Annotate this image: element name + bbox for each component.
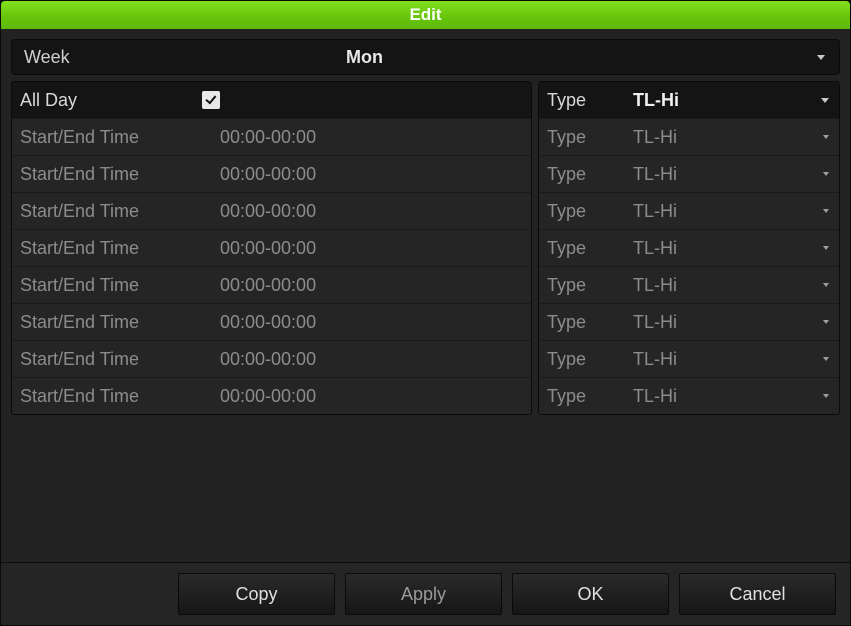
type-label: Type — [539, 90, 629, 111]
slot-label: Start/End Time — [12, 275, 212, 296]
type-label: Type — [539, 164, 629, 185]
apply-button[interactable]: Apply — [345, 573, 502, 615]
slot-row: Start/End Time00:00-00:00 — [12, 155, 531, 192]
type-column: Type TL-Hi TypeTL-Hi TypeTL-Hi TypeTL-Hi… — [538, 81, 840, 415]
slot-time: 00:00-00:00 — [212, 312, 442, 333]
week-select[interactable]: Mon — [336, 40, 835, 74]
slot-time: 00:00-00:00 — [212, 275, 442, 296]
slot-type-select[interactable]: TL-Hi — [629, 349, 839, 370]
allday-checkbox[interactable] — [202, 91, 220, 109]
type-value: TL-Hi — [633, 386, 677, 407]
chevron-down-icon — [823, 357, 829, 361]
slot-type-select[interactable]: TL-Hi — [629, 201, 839, 222]
time-column: All Day Start/End Time00:00-00:00 Start/… — [11, 81, 532, 415]
slot-type-row: TypeTL-Hi — [539, 118, 839, 155]
chevron-down-icon — [823, 209, 829, 213]
dialog-title: Edit — [1, 1, 850, 29]
type-label: Type — [539, 312, 629, 333]
slot-label: Start/End Time — [12, 312, 212, 333]
type-value: TL-Hi — [633, 127, 677, 148]
slot-time: 00:00-00:00 — [212, 164, 442, 185]
type-value: TL-Hi — [633, 164, 677, 185]
slot-label: Start/End Time — [12, 201, 212, 222]
check-icon — [205, 93, 216, 105]
type-label: Type — [539, 201, 629, 222]
type-value: TL-Hi — [633, 312, 677, 333]
type-label: Type — [539, 386, 629, 407]
slot-type-row: TypeTL-Hi — [539, 340, 839, 377]
chevron-down-icon — [817, 55, 825, 60]
chevron-down-icon — [823, 135, 829, 139]
type-value: TL-Hi — [633, 349, 677, 370]
slot-type-row: TypeTL-Hi — [539, 229, 839, 266]
allday-type-row: Type TL-Hi — [539, 82, 839, 118]
slot-time: 00:00-00:00 — [212, 201, 442, 222]
cancel-button[interactable]: Cancel — [679, 573, 836, 615]
slot-row: Start/End Time00:00-00:00 — [12, 340, 531, 377]
slot-time: 00:00-00:00 — [212, 349, 442, 370]
slot-type-select[interactable]: TL-Hi — [629, 386, 839, 407]
type-value: TL-Hi — [633, 201, 677, 222]
allday-label: All Day — [12, 90, 202, 111]
slot-type-row: TypeTL-Hi — [539, 377, 839, 414]
slot-row: Start/End Time00:00-00:00 — [12, 377, 531, 414]
chevron-down-icon — [823, 283, 829, 287]
slot-row: Start/End Time00:00-00:00 — [12, 118, 531, 155]
type-label: Type — [539, 238, 629, 259]
dialog-footer: Copy Apply OK Cancel — [1, 562, 850, 625]
type-value: TL-Hi — [633, 90, 679, 111]
chevron-down-icon — [823, 320, 829, 324]
slot-label: Start/End Time — [12, 164, 212, 185]
week-value: Mon — [346, 47, 383, 68]
slot-time: 00:00-00:00 — [212, 127, 442, 148]
type-label: Type — [539, 349, 629, 370]
edit-dialog: Edit Week Mon All Day Start/End Time00:0… — [0, 0, 851, 626]
allday-row: All Day — [12, 82, 531, 118]
slot-type-select[interactable]: TL-Hi — [629, 238, 839, 259]
slot-type-row: TypeTL-Hi — [539, 155, 839, 192]
dialog-content: Week Mon All Day Start/End Time00:00-00:… — [1, 29, 850, 562]
slot-label: Start/End Time — [12, 386, 212, 407]
copy-button[interactable]: Copy — [178, 573, 335, 615]
slot-type-row: TypeTL-Hi — [539, 303, 839, 340]
type-label: Type — [539, 275, 629, 296]
allday-type-select[interactable]: TL-Hi — [629, 86, 839, 114]
slot-label: Start/End Time — [12, 238, 212, 259]
slot-row: Start/End Time00:00-00:00 — [12, 229, 531, 266]
slot-type-select[interactable]: TL-Hi — [629, 275, 839, 296]
slot-type-select[interactable]: TL-Hi — [629, 312, 839, 333]
slot-row: Start/End Time00:00-00:00 — [12, 303, 531, 340]
slot-time: 00:00-00:00 — [212, 238, 442, 259]
chevron-down-icon — [823, 246, 829, 250]
slot-type-select[interactable]: TL-Hi — [629, 127, 839, 148]
slot-label: Start/End Time — [12, 127, 212, 148]
chevron-down-icon — [823, 394, 829, 398]
slot-type-row: TypeTL-Hi — [539, 266, 839, 303]
chevron-down-icon — [823, 172, 829, 176]
slot-label: Start/End Time — [12, 349, 212, 370]
slot-row: Start/End Time00:00-00:00 — [12, 192, 531, 229]
chevron-down-icon — [821, 98, 829, 103]
type-value: TL-Hi — [633, 275, 677, 296]
slot-time: 00:00-00:00 — [212, 386, 442, 407]
slot-type-select[interactable]: TL-Hi — [629, 164, 839, 185]
slot-row: Start/End Time00:00-00:00 — [12, 266, 531, 303]
week-label: Week — [16, 47, 336, 68]
type-label: Type — [539, 127, 629, 148]
week-row: Week Mon — [11, 39, 840, 75]
type-value: TL-Hi — [633, 238, 677, 259]
slot-type-row: TypeTL-Hi — [539, 192, 839, 229]
ok-button[interactable]: OK — [512, 573, 669, 615]
